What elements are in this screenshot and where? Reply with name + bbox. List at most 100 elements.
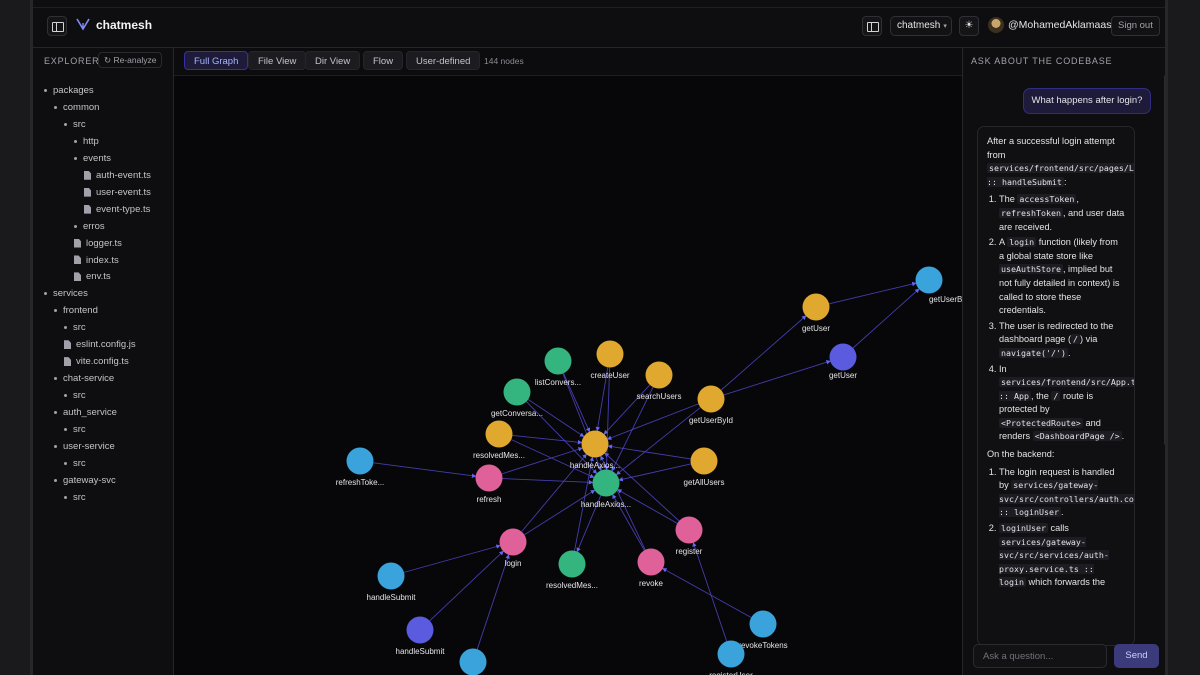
graph-node[interactable]: handleSubmit	[367, 562, 417, 603]
folder-bullet-icon	[64, 326, 67, 330]
graph-node-circle[interactable]	[717, 640, 745, 668]
tree-folder[interactable]: services	[44, 287, 88, 301]
tree-folder[interactable]: src	[64, 491, 86, 505]
graph-node-circle[interactable]	[802, 293, 830, 321]
graph-node-label: handleSubmit	[367, 593, 417, 602]
tree-file[interactable]: vite.config.ts	[64, 355, 129, 369]
send-button[interactable]: Send	[1114, 644, 1159, 668]
graph-node-circle[interactable]	[690, 447, 718, 475]
graph-node[interactable]: listConvers...	[535, 347, 581, 388]
tab-flow[interactable]: Flow	[363, 51, 404, 70]
graph-node-circle[interactable]	[485, 420, 513, 448]
tree-folder[interactable]: auth_service	[54, 406, 117, 420]
tree-folder[interactable]: chat-service	[54, 372, 114, 386]
graph-node[interactable]: getUser	[802, 293, 830, 334]
tree-file[interactable]: user-event.ts	[84, 186, 151, 200]
code: useAuthStore	[999, 264, 1063, 275]
graph-node-circle[interactable]	[558, 550, 586, 578]
tree-folder[interactable]: frontend	[54, 304, 98, 318]
toggle-chat-panel-button[interactable]	[862, 16, 882, 36]
graph-node[interactable]: revoke	[637, 548, 665, 589]
tree-item-label: gateway-svc	[63, 474, 116, 486]
tree-file[interactable]: auth-event.ts	[84, 169, 151, 183]
tree-file[interactable]: event-type.ts	[84, 203, 150, 217]
tree-folder[interactable]: src	[64, 457, 86, 471]
chat-scrollbar[interactable]	[1164, 75, 1165, 445]
tree-folder[interactable]: events	[74, 152, 111, 166]
tree-folder[interactable]: src	[64, 118, 86, 132]
graph-node[interactable]: resolvedMes...	[546, 550, 598, 591]
graph-node-label: handleAxios...	[581, 500, 631, 509]
code: refreshToken	[999, 207, 1063, 218]
graph-node[interactable]: createUser	[590, 340, 630, 381]
graph-node-circle[interactable]	[503, 378, 531, 406]
tree-folder[interactable]: common	[54, 101, 99, 115]
graph-node-circle[interactable]	[675, 516, 703, 544]
question-input[interactable]	[973, 644, 1107, 668]
toggle-sidebar-button[interactable]	[47, 16, 67, 36]
graph-node[interactable]: refresh	[475, 464, 503, 505]
graph-node-circle[interactable]	[915, 266, 943, 294]
graph-node-circle[interactable]	[592, 469, 620, 497]
graph-node[interactable]: handleSubmit	[396, 616, 446, 657]
tab-full-graph[interactable]: Full Graph	[184, 51, 249, 70]
graph-node-circle[interactable]	[581, 430, 609, 458]
graph-node-circle[interactable]	[346, 447, 374, 475]
tree-folder[interactable]: user-service	[54, 440, 115, 454]
graph-node[interactable]: handleAxios...	[570, 430, 620, 471]
graph-node[interactable]: getUser	[829, 343, 857, 381]
graph-node-label: getUser	[829, 371, 857, 380]
graph-node[interactable]: register	[675, 516, 703, 557]
tree-item-label: erros	[83, 220, 105, 232]
project-selector[interactable]: chatmesh ▾	[890, 16, 952, 36]
graph-node[interactable]: getUserById	[915, 266, 963, 305]
chevron-down-icon: ▾	[943, 23, 947, 30]
graph-node-circle[interactable]	[645, 361, 673, 389]
graph-node-circle[interactable]	[749, 610, 777, 638]
top-edge	[33, 0, 1165, 8]
tree-folder[interactable]: src	[64, 389, 86, 403]
graph-node[interactable]: getAllUsers	[684, 447, 725, 488]
tree-folder[interactable]: erros	[74, 220, 105, 234]
folder-bullet-icon	[74, 156, 77, 160]
graph-node-circle[interactable]	[596, 340, 624, 368]
dependency-graph[interactable]: listConvers... createUser searchUsers getCo…	[174, 76, 962, 675]
graph-node-circle[interactable]	[697, 385, 725, 413]
graph-node-label: getConversa...	[491, 409, 543, 418]
folder-bullet-icon	[54, 478, 57, 482]
tree-folder[interactable]: packages	[44, 84, 94, 98]
graph-node[interactable]: login	[499, 528, 527, 569]
graph-node-circle[interactable]	[406, 616, 434, 644]
tree-folder[interactable]: http	[74, 135, 99, 149]
tab-file-view[interactable]: File View	[248, 51, 307, 70]
tree-file[interactable]: env.ts	[74, 270, 111, 284]
graph-node[interactable]	[459, 648, 487, 675]
graph-node-circle[interactable]	[499, 528, 527, 556]
tree-file[interactable]: eslint.config.js	[64, 338, 136, 352]
tree-folder[interactable]: src	[64, 423, 86, 437]
graph-node-circle[interactable]	[377, 562, 405, 590]
graph-node-circle[interactable]	[459, 648, 487, 675]
text: In	[999, 363, 1007, 374]
avatar[interactable]	[988, 17, 1004, 33]
graph-node[interactable]: refreshToke...	[336, 447, 384, 488]
reanalyze-label: Re-analyze	[113, 55, 157, 65]
reanalyze-button[interactable]: ↻ Re-analyze	[98, 52, 163, 68]
backend-label: On the backend:	[987, 449, 1055, 460]
graph-node[interactable]: resolvedMes...	[473, 420, 525, 461]
theme-toggle-sun-icon[interactable]: ☀	[959, 16, 979, 36]
graph-node-circle[interactable]	[637, 548, 665, 576]
tab-dir-view[interactable]: Dir View	[305, 51, 361, 70]
tab-user-defined[interactable]: User-defined	[406, 51, 481, 70]
tree-folder[interactable]: src	[64, 321, 86, 335]
tree-folder[interactable]: gateway-svc	[54, 474, 116, 488]
graph-node[interactable]: searchUsers	[637, 361, 682, 402]
tree-file[interactable]: logger.ts	[74, 237, 122, 251]
graph-node[interactable]: revokeTokens	[738, 610, 788, 651]
graph-node-circle[interactable]	[544, 347, 572, 375]
graph-node-circle[interactable]	[475, 464, 503, 492]
sign-out-button[interactable]: Sign out	[1111, 16, 1160, 36]
tree-file[interactable]: index.ts	[74, 254, 119, 268]
graph-node-circle[interactable]	[829, 343, 857, 371]
brand-name: chatmesh	[96, 18, 153, 32]
